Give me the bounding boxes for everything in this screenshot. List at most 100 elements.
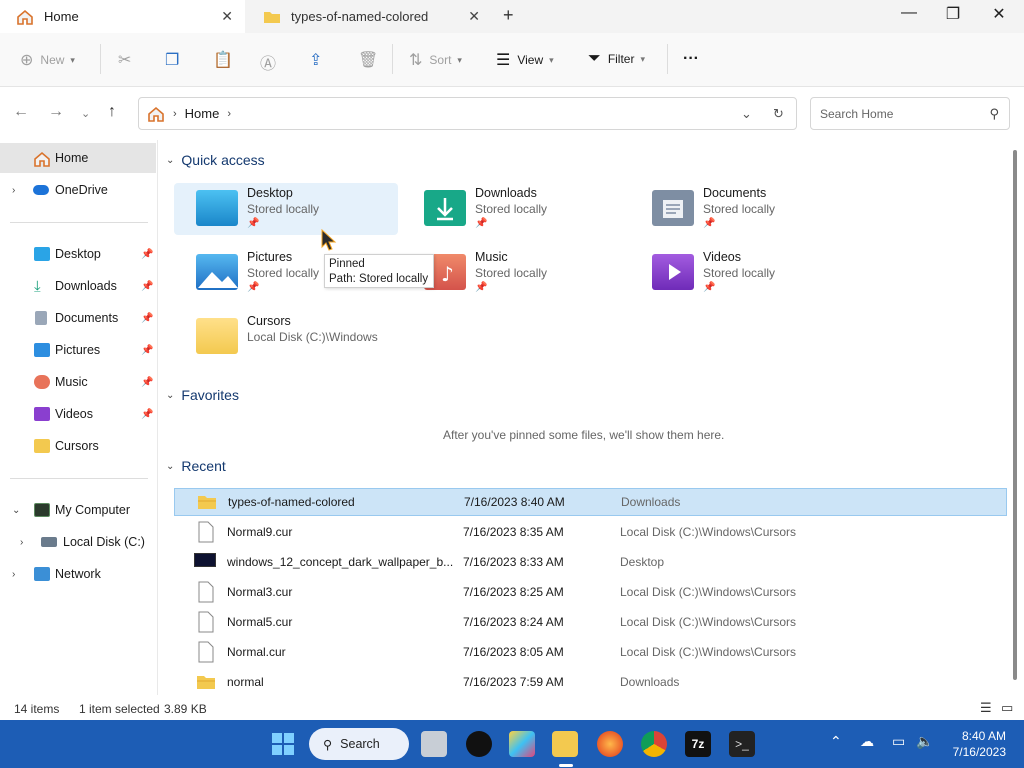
copy-button[interactable]: ❐ — [165, 50, 186, 70]
paste-button[interactable]: 📋 — [213, 50, 240, 70]
sidebar-item-desktop[interactable]: Desktop 📌 — [0, 239, 156, 269]
clock[interactable]: 8:40 AM 7/16/2023 — [948, 728, 1006, 760]
search-input[interactable]: Search Home ⚲ — [810, 97, 1010, 130]
tab-types-of-named-colored[interactable]: types-of-named-colored ✕ — [247, 0, 492, 33]
minimize-button[interactable]: — — [886, 4, 932, 22]
sidebar-item-network[interactable]: › Network — [0, 559, 156, 589]
recent-header[interactable]: ⌄ Recent — [166, 458, 226, 474]
close-tab-icon[interactable]: ✕ — [468, 8, 480, 25]
share-button[interactable]: ⇪ — [309, 50, 329, 70]
chevron-right-icon[interactable]: › — [12, 569, 15, 580]
sidebar-item-label: Music — [55, 375, 88, 389]
item-count: 14 items — [14, 702, 60, 716]
volume-icon[interactable]: 🔈 — [916, 733, 933, 750]
file-icon — [196, 641, 216, 663]
refresh-icon[interactable]: ↻ — [773, 106, 784, 122]
new-button[interactable]: ⊕ New ▾ — [20, 50, 75, 70]
file-explorer-icon[interactable] — [552, 731, 578, 757]
close-button[interactable]: ✕ — [976, 4, 1022, 24]
network-tray-icon[interactable]: ▭ — [892, 733, 905, 750]
sidebar-item-downloads[interactable]: ⤓ Downloads 📌 — [0, 271, 156, 301]
sort-button[interactable]: ⇅ Sort ▾ — [409, 50, 462, 70]
settings-gear-icon[interactable] — [466, 731, 492, 757]
chrome-icon[interactable] — [641, 731, 667, 757]
chevron-right-icon[interactable]: › — [227, 108, 231, 120]
pin-icon[interactable]: 📌 — [141, 313, 153, 324]
cut-button[interactable]: ✂ — [118, 50, 138, 70]
chevron-right-icon[interactable]: › — [12, 185, 15, 196]
quick-access-header[interactable]: ⌄ Quick access — [166, 152, 265, 168]
sidebar-item-onedrive[interactable]: › OneDrive — [0, 175, 156, 205]
sidebar-item-pictures[interactable]: Pictures 📌 — [0, 335, 156, 365]
quick-access-downloads[interactable]: Downloads Stored locally 📌 — [402, 183, 626, 235]
recent-row[interactable]: types-of-named-colored 7/16/2023 8:40 AM… — [174, 488, 1007, 516]
quick-access-documents[interactable]: Documents Stored locally 📌 — [630, 183, 854, 235]
photos-icon[interactable] — [509, 731, 535, 757]
tiles-view-icon[interactable]: ▭ — [1001, 700, 1013, 716]
taskbar-search[interactable]: ⚲ Search — [309, 728, 409, 760]
pin-icon[interactable]: 📌 — [141, 409, 153, 420]
recent-row[interactable]: Normal.cur 7/16/2023 8:05 AM Local Disk … — [174, 638, 1007, 666]
pin-icon[interactable]: 📌 — [141, 249, 153, 260]
sidebar-item-my-computer[interactable]: ⌄ My Computer — [0, 495, 156, 525]
pin-icon[interactable]: 📌 — [141, 281, 153, 292]
recent-locations-chevron-icon[interactable]: ⌄ — [81, 107, 90, 120]
quick-access-music[interactable]: ♪ Music Stored locally 📌 — [402, 247, 626, 299]
pictures-icon — [34, 343, 50, 357]
recent-row[interactable]: Normal5.cur 7/16/2023 8:24 AM Local Disk… — [174, 608, 1007, 636]
trash-icon: 🗑 — [358, 52, 379, 69]
terminal-icon[interactable]: >_ — [729, 731, 755, 757]
sidebar-item-cursors[interactable]: Cursors — [0, 431, 156, 461]
new-tab-button[interactable]: + — [503, 5, 514, 26]
favorites-header[interactable]: ⌄ Favorites — [166, 387, 239, 403]
onedrive-tray-icon[interactable]: ☁ — [860, 733, 874, 750]
more-options-button[interactable]: ··· — [683, 50, 706, 68]
address-dropdown-icon[interactable]: ⌄ — [741, 106, 752, 122]
quick-access-cursors[interactable]: Cursors Local Disk (C:)\Windows — [174, 311, 398, 363]
breadcrumb-home[interactable]: Home — [185, 106, 220, 121]
start-windows-icon[interactable] — [270, 731, 296, 757]
recent-row[interactable]: Normal9.cur 7/16/2023 8:35 AM Local Disk… — [174, 518, 1007, 546]
maximize-button[interactable]: ❐ — [930, 4, 976, 24]
recent-row[interactable]: windows_12_concept_dark_wallpaper_b... 7… — [174, 548, 1007, 576]
view-button[interactable]: ☰ View ▾ — [496, 50, 554, 70]
tile-subtitle: Local Disk (C:)\Windows — [247, 330, 378, 344]
sidebar-item-label: Network — [55, 567, 101, 581]
up-arrow-icon[interactable]: ↑ — [108, 103, 116, 121]
tile-subtitle: Stored locally — [703, 266, 776, 280]
tooltip-line: Pinned — [329, 258, 365, 270]
address-bar[interactable]: › Home › ⌄ ↻ — [138, 97, 797, 130]
recent-row[interactable]: normal 7/16/2023 7:59 AM Downloads — [174, 668, 1007, 696]
quick-access-videos[interactable]: Videos Stored locally 📌 — [630, 247, 854, 299]
rename-button[interactable]: Ⓐ — [260, 50, 283, 74]
sidebar-item-local-disk[interactable]: › Local Disk (C:) — [0, 527, 156, 557]
details-view-icon[interactable]: ☰ — [980, 700, 992, 716]
copy-icon: ❐ — [165, 52, 180, 69]
delete-button[interactable]: 🗑 — [358, 50, 385, 70]
sidebar-item-videos[interactable]: Videos 📌 — [0, 399, 156, 429]
filter-button[interactable]: ⏷ Filter ▾ — [588, 50, 645, 68]
pin-icon[interactable]: 📌 — [141, 345, 153, 356]
close-tab-icon[interactable]: ✕ — [221, 8, 233, 25]
downloads-folder-icon — [424, 190, 466, 226]
vertical-scrollbar[interactable] — [1013, 150, 1017, 680]
chevron-up-icon[interactable]: ⌃ — [830, 733, 842, 750]
desktop-folder-icon — [196, 190, 238, 226]
task-view-icon[interactable] — [421, 731, 447, 757]
pin-icon[interactable]: 📌 — [141, 377, 153, 388]
recent-row[interactable]: Normal3.cur 7/16/2023 8:25 AM Local Disk… — [174, 578, 1007, 606]
quick-access-desktop[interactable]: Desktop Stored locally 📌 — [174, 183, 398, 235]
pin-icon: 📌 — [703, 218, 716, 229]
chevron-right-icon[interactable]: › — [20, 537, 23, 548]
back-arrow-icon[interactable]: ← — [13, 103, 29, 121]
chevron-down-icon[interactable]: ⌄ — [12, 505, 20, 516]
sidebar-item-music[interactable]: Music 📌 — [0, 367, 156, 397]
pin-icon: 📌 — [247, 218, 260, 229]
7zip-icon[interactable]: 7z — [685, 731, 711, 757]
section-title: Quick access — [181, 152, 265, 168]
sidebar-item-documents[interactable]: Documents 📌 — [0, 303, 156, 333]
sidebar-item-home[interactable]: Home — [0, 143, 156, 173]
forward-arrow-icon[interactable]: → — [48, 103, 64, 121]
tab-home[interactable]: Home ✕ — [0, 0, 245, 33]
firefox-icon[interactable] — [597, 731, 623, 757]
